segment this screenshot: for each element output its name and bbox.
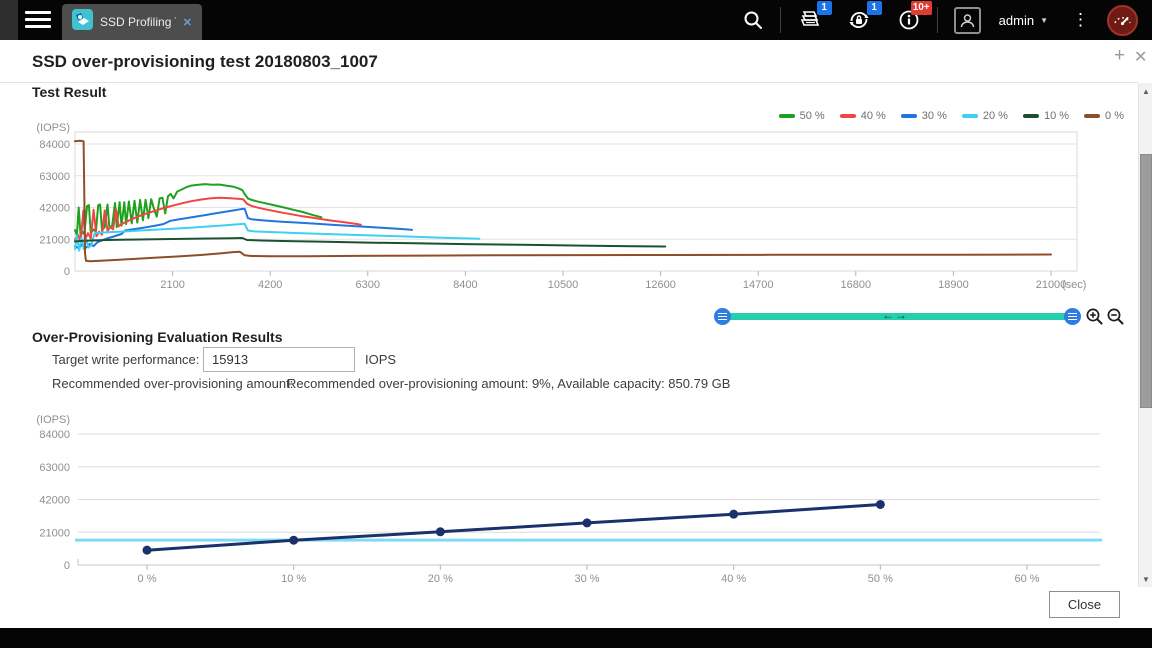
tab-label: SSD Profiling T...: [100, 15, 176, 29]
user-avatar[interactable]: [954, 7, 981, 34]
admin-menu[interactable]: admin ▼: [993, 12, 1054, 29]
admin-name: admin: [999, 13, 1034, 28]
x-tick-label: 10 %: [281, 573, 306, 585]
zoom-out-icon[interactable]: [1106, 307, 1125, 326]
y-tick-label: 63000: [39, 171, 70, 183]
section-evaluation: Over-Provisioning Evaluation Results: [32, 329, 283, 345]
screen: SSD Profiling T... ✕ 1 1 10+: [0, 0, 1152, 648]
app-tab-ssd-profiling[interactable]: SSD Profiling T... ✕: [62, 4, 202, 40]
chart1-svg: 0 21000 42000 63000 84000 (IOPS) 2100 4200 6300 8…: [0, 95, 1152, 300]
y-tick-label: 84000: [39, 429, 70, 441]
top-bar: SSD Profiling T... ✕ 1 1 10+: [0, 0, 1152, 40]
plot-border: [75, 132, 1077, 271]
data-point: [436, 527, 445, 536]
alerts-badge: 10+: [911, 1, 932, 15]
vertical-scrollbar[interactable]: ▲ ▼: [1138, 83, 1152, 587]
y-tick-label: 84000: [39, 139, 70, 151]
x-tick-label: 12600: [645, 279, 676, 291]
x-tick-label: 2100: [160, 279, 184, 291]
target-write-unit: IOPS: [365, 352, 396, 367]
y-tick-label: 21000: [39, 527, 70, 539]
recommendation-label: Recommended over-provisioning amount:: [52, 376, 293, 391]
x-tick-label: 8400: [453, 279, 477, 291]
bottom-bar: [0, 628, 1152, 648]
y-tick-label: 42000: [39, 495, 70, 507]
scroll-up-icon[interactable]: ▲: [1139, 87, 1152, 96]
close-button[interactable]: Close: [1049, 591, 1120, 618]
page-title: SSD over-provisioning test 20180803_1007: [32, 52, 378, 72]
x-tick-label: 20 %: [428, 573, 453, 585]
notifications-icon[interactable]: 1: [847, 8, 871, 32]
x-tick-label: 0 %: [138, 573, 157, 585]
ssd-profiling-app-icon: [72, 9, 93, 35]
close-window-icon[interactable]: ✕: [1128, 46, 1152, 68]
avatar-icon: [954, 7, 981, 34]
topbar-separator: [780, 7, 781, 33]
y-tick-label: 0: [64, 560, 70, 572]
search-icon[interactable]: [742, 9, 764, 31]
x-tick-label: 6300: [356, 279, 380, 291]
resource-monitor-gauge-icon[interactable]: [1107, 5, 1138, 36]
chevron-down-icon: ▼: [1040, 16, 1048, 25]
evaluation-series-line: [147, 505, 880, 551]
slider-pan-arrows-icon[interactable]: ←→: [868, 308, 922, 322]
chart2-svg: 0 21000 42000 63000 84000 (IOPS) 0 % 10 % 20 % 30…: [0, 405, 1152, 590]
x-tick-label: 14700: [743, 279, 774, 291]
main-menu-icon[interactable]: [25, 11, 51, 29]
tasks-badge: 1: [817, 1, 832, 15]
series-line-0%: [75, 141, 1051, 262]
data-point: [729, 510, 738, 519]
y-tick-label: 42000: [39, 203, 70, 215]
zoom-in-icon[interactable]: [1085, 307, 1104, 326]
y-tick-label: 21000: [39, 234, 70, 246]
background-tasks-icon[interactable]: 1: [797, 8, 821, 32]
target-write-label: Target write performance:: [52, 352, 199, 367]
x-tick-label: 16800: [841, 279, 872, 291]
corner-block: [0, 0, 18, 40]
y-axis-unit: (IOPS): [36, 414, 70, 426]
more-options-icon[interactable]: ⋮: [1072, 10, 1089, 30]
range-slider-left-handle[interactable]: [714, 308, 731, 325]
data-point: [583, 518, 592, 527]
x-tick-label: 30 %: [574, 573, 599, 585]
range-slider-right-handle[interactable]: [1064, 308, 1081, 325]
topbar-separator: [937, 7, 938, 33]
recommendation-value: Recommended over-provisioning amount: 9%…: [287, 376, 730, 391]
series-line-20%: [75, 224, 479, 251]
data-point: [876, 500, 885, 509]
header-divider: [0, 82, 1138, 83]
data-point: [143, 546, 152, 555]
data-point: [289, 536, 298, 545]
alerts-info-icon[interactable]: 10+: [897, 8, 921, 32]
y-axis-unit: (IOPS): [36, 122, 70, 134]
y-tick-label: 0: [64, 266, 70, 278]
x-tick-label: 40 %: [721, 573, 746, 585]
tab-close-icon[interactable]: ✕: [183, 16, 192, 29]
x-tick-label: 18900: [938, 279, 969, 291]
scrollbar-thumb[interactable]: [1140, 154, 1152, 408]
x-tick-label: 60 %: [1014, 573, 1039, 585]
x-tick-label: 4200: [258, 279, 282, 291]
y-tick-label: 63000: [39, 462, 70, 474]
x-tick-label: 50 %: [868, 573, 893, 585]
notifications-badge: 1: [867, 1, 882, 15]
x-axis-unit: (sec): [1062, 279, 1086, 291]
x-tick-label: 10500: [548, 279, 579, 291]
target-write-input[interactable]: [203, 347, 355, 372]
scroll-down-icon[interactable]: ▼: [1139, 575, 1152, 584]
